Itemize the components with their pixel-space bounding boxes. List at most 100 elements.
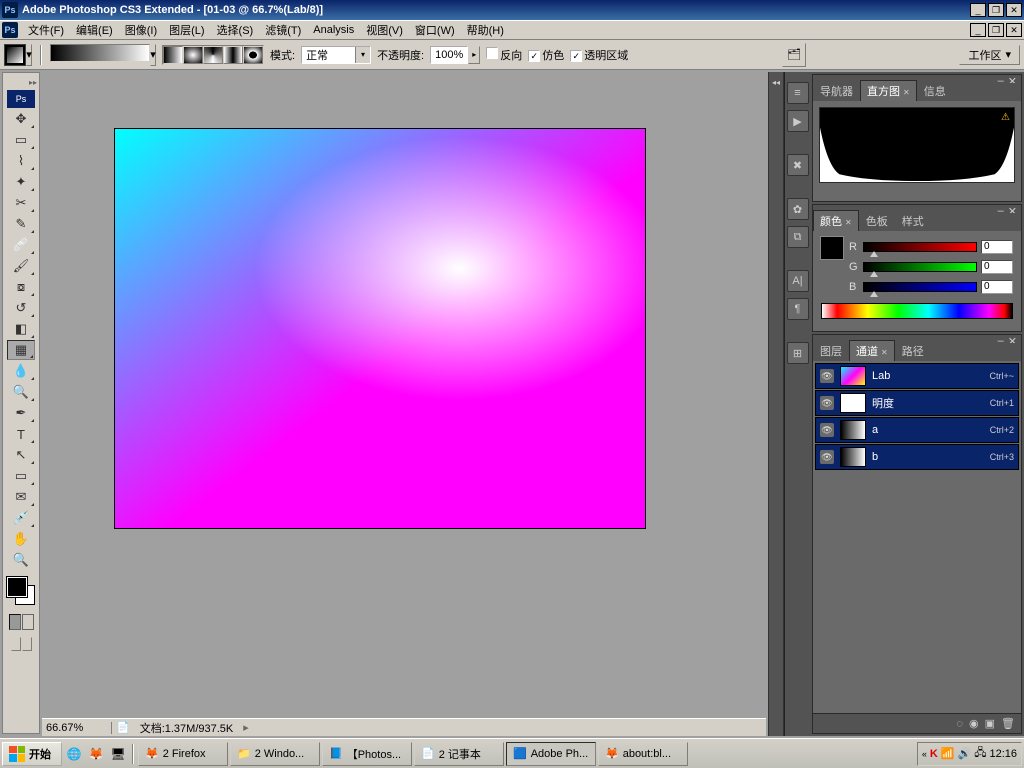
dodge-tool[interactable]: 🔍 — [7, 382, 35, 402]
screenmode-toggle[interactable] — [7, 637, 35, 657]
marquee-tool[interactable]: ▭ — [7, 130, 35, 150]
doc-info[interactable]: 文档:1.37M/937.5K — [134, 720, 240, 736]
gradient-preview[interactable] — [50, 44, 150, 62]
gradient-tool[interactable]: ▦ — [7, 340, 35, 360]
magic-wand-tool[interactable]: ✦ — [7, 172, 35, 192]
stamp-tool[interactable]: ⧇ — [7, 277, 35, 297]
zoom-level[interactable]: 66.67% — [42, 722, 112, 734]
lasso-tool[interactable]: ⌇ — [7, 151, 35, 171]
channel-row[interactable]: 👁明度Ctrl+1 — [815, 390, 1019, 416]
tool-presets-icon[interactable]: ✖ — [787, 154, 809, 176]
bridge-icon[interactable]: 🗂 — [782, 43, 806, 67]
panel-close-icon[interactable]: ✕ — [1008, 75, 1017, 83]
quicklaunch-desktop[interactable]: 🖥 — [108, 744, 128, 764]
g-value[interactable]: 0 — [981, 260, 1013, 274]
gradient-radial[interactable] — [183, 46, 203, 64]
visibility-icon[interactable]: 👁 — [820, 396, 834, 410]
opacity-value[interactable]: 100% — [430, 46, 468, 64]
tray-volume-icon[interactable]: 🔊 — [958, 747, 972, 760]
menu-view[interactable]: 视图(V) — [360, 20, 409, 40]
doc-info-dropdown[interactable]: ▸ — [239, 721, 253, 734]
history-panel-icon[interactable]: ≡ — [787, 82, 809, 104]
quicklaunch-ie[interactable]: 🌐 — [64, 744, 84, 764]
tab-swatches[interactable]: 色板 — [859, 210, 895, 231]
panel-minimize-icon[interactable]: – — [998, 205, 1004, 213]
zoom-tool[interactable]: 🔍 — [7, 550, 35, 570]
new-channel-icon[interactable]: ▣ — [985, 717, 995, 730]
gradient-angle[interactable] — [203, 46, 223, 64]
b-slider[interactable] — [863, 282, 977, 292]
load-selection-icon[interactable]: ◌ — [956, 718, 963, 730]
crop-tool[interactable]: ✂ — [7, 193, 35, 213]
toolbox-collapse[interactable]: ▸▸ — [29, 78, 37, 87]
start-button[interactable]: 开始 — [2, 742, 62, 766]
panel-minimize-icon[interactable]: – — [998, 75, 1004, 83]
taskbar-task[interactable]: 📁2 Windo... — [230, 742, 320, 766]
path-select-tool[interactable]: ↖ — [7, 445, 35, 465]
menu-layer[interactable]: 图层(L) — [163, 20, 210, 40]
visibility-icon[interactable]: 👁 — [820, 423, 834, 437]
color-swatches[interactable] — [5, 575, 37, 607]
slice-tool[interactable]: ✎ — [7, 214, 35, 234]
b-value[interactable]: 0 — [981, 280, 1013, 294]
tray-lan-icon[interactable]: 🖧 — [974, 744, 986, 763]
gradient-tool-icon[interactable] — [4, 44, 26, 66]
workspace-menu[interactable]: 工作区 ▾ — [959, 45, 1020, 65]
delete-channel-icon[interactable]: 🗑 — [1001, 717, 1015, 730]
r-value[interactable]: 0 — [981, 240, 1013, 254]
doc-close-button[interactable]: ✕ — [1006, 23, 1022, 37]
transparency-checkbox[interactable]: ✓透明区域 — [570, 47, 628, 63]
blend-mode-select[interactable]: 正常 — [301, 46, 371, 64]
tab-color[interactable]: 颜色✕ — [813, 210, 859, 231]
tray-expand-icon[interactable]: « — [922, 749, 927, 759]
move-tool[interactable]: ✥ — [7, 109, 35, 129]
r-slider[interactable] — [863, 242, 977, 252]
tool-preset-dropdown[interactable]: ▾ — [26, 44, 32, 66]
history-brush-tool[interactable]: ↺ — [7, 298, 35, 318]
strip-expand-icon[interactable]: ◂◂ — [772, 78, 780, 87]
panel-close-icon[interactable]: ✕ — [1008, 335, 1017, 343]
visibility-icon[interactable]: 👁 — [820, 450, 834, 464]
panel-close-icon[interactable]: ✕ — [1008, 205, 1017, 213]
minimize-button[interactable]: _ — [970, 3, 986, 17]
hand-tool[interactable]: ✋ — [7, 529, 35, 549]
quickmask-toggle[interactable] — [7, 614, 35, 634]
layer-comps-icon[interactable]: ⊞ — [787, 342, 809, 364]
panel-minimize-icon[interactable]: – — [998, 335, 1004, 343]
tab-info[interactable]: 信息 — [917, 80, 953, 101]
g-slider[interactable] — [863, 262, 977, 272]
tray-network-icon[interactable]: 📶 — [941, 747, 955, 760]
restore-button[interactable]: ❐ — [988, 3, 1004, 17]
menu-analysis[interactable]: Analysis — [307, 22, 360, 38]
doc-restore-button[interactable]: ❐ — [988, 23, 1004, 37]
brushes-panel-icon[interactable]: ✿ — [787, 198, 809, 220]
document-canvas[interactable] — [114, 128, 646, 529]
brush-tool[interactable]: 🖌 — [7, 256, 35, 276]
taskbar-task[interactable]: 📄2 记事本 — [414, 742, 504, 766]
shape-tool[interactable]: ▭ — [7, 466, 35, 486]
pen-tool[interactable]: ✒ — [7, 403, 35, 423]
foreground-color[interactable] — [7, 577, 27, 597]
menu-image[interactable]: 图像(I) — [119, 20, 163, 40]
doc-minimize-button[interactable]: _ — [970, 23, 986, 37]
tab-channels[interactable]: 通道✕ — [849, 340, 895, 361]
tab-paths[interactable]: 路径 — [895, 340, 931, 361]
tray-clock[interactable]: 12:16 — [989, 748, 1017, 760]
clone-panel-icon[interactable]: ⧉ — [787, 226, 809, 248]
taskbar-task[interactable]: 🦊about:bl... — [598, 742, 688, 766]
reverse-checkbox[interactable]: 反向 — [486, 47, 522, 63]
channel-row[interactable]: 👁LabCtrl+~ — [815, 363, 1019, 389]
color-swatch-fg[interactable] — [821, 237, 843, 259]
type-tool[interactable]: T — [7, 424, 35, 444]
channel-row[interactable]: 👁aCtrl+2 — [815, 417, 1019, 443]
actions-panel-icon[interactable]: ▶ — [787, 110, 809, 132]
gradient-linear[interactable] — [163, 46, 183, 64]
notes-tool[interactable]: ✉ — [7, 487, 35, 507]
visibility-icon[interactable]: 👁 — [820, 369, 834, 383]
tab-styles[interactable]: 样式 — [895, 210, 931, 231]
doc-size-icon[interactable]: 📄 — [112, 721, 134, 734]
character-panel-icon[interactable]: A| — [787, 270, 809, 292]
opacity-slider-button[interactable]: ▸ — [468, 46, 480, 64]
healing-tool[interactable]: 🩹 — [7, 235, 35, 255]
menu-help[interactable]: 帮助(H) — [461, 20, 510, 40]
